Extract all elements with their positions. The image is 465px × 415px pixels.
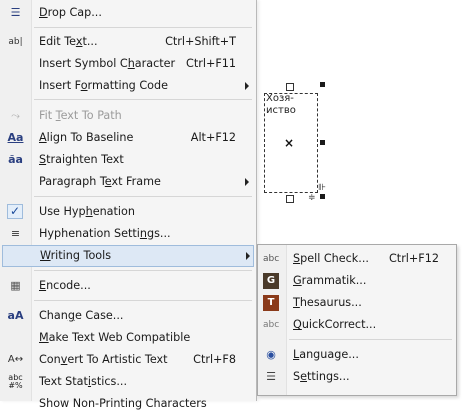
drop-cap-icon: ☰ [10,6,21,19]
align-baseline-icon: Aa [7,131,24,144]
quickcorrect-icon: abc [263,320,280,330]
submenu-arrow-icon [245,82,249,90]
submenu-item-settings[interactable]: ☰ Settings... [258,366,456,388]
menu-item-convert-to-artistic-text[interactable]: A↔ Convert To Artistic Text Ctrl+F8 [0,349,256,371]
submenu-item-spell-check[interactable]: abc Spell Check... Ctrl+F12 [258,248,456,270]
selection-handle-bottom-right[interactable] [320,194,325,199]
submenu-item-quickcorrect[interactable]: abc QuickCorrect... [258,314,456,336]
submenu-arrow-icon [245,178,249,186]
language-icon: ◉ [266,348,276,361]
menu-item-text-statistics[interactable]: abc #% Text Statistics... [0,371,256,393]
menu-item-align-to-baseline[interactable]: Aa Align To Baseline Alt+F12 [0,127,256,149]
submenu-item-thesaurus[interactable]: T Thesaurus... [258,292,456,314]
menu-item-insert-symbol[interactable]: Insert Symbol Character Ctrl+F11 [0,53,256,75]
menu-item-paragraph-text-frame[interactable]: Paragraph Text Frame [0,171,256,193]
menu-separator [34,196,252,197]
writing-tools-submenu: abc Spell Check... Ctrl+F12 G Grammatik.… [257,244,457,396]
menu-item-insert-formatting-code[interactable]: Insert Formatting Code [0,75,256,97]
change-case-icon: aA [7,309,24,322]
menu-item-straighten-text[interactable]: ăa Straighten Text [0,149,256,171]
thesaurus-icon: T [263,295,279,311]
center-marker-icon: × [284,136,295,150]
convert-artistic-icon: A↔ [7,354,24,365]
spell-check-icon: abc [263,254,280,264]
menu-separator [34,300,252,301]
menu-item-fit-text-to-path: ⤳ Fit Text To Path [0,105,256,127]
grammatik-icon: G [263,273,279,289]
submenu-item-language[interactable]: ◉ Language... [258,344,456,366]
selection-handle-bottom[interactable] [286,195,294,203]
frame-text: Хозя- иство [266,93,296,116]
selection-handle-top-right[interactable] [320,82,325,87]
edit-text-icon: ab| [8,37,23,47]
menu-item-encode[interactable]: ▦ Encode... [0,275,256,297]
menu-separator [34,99,252,100]
fit-text-to-path-icon: ⤳ [11,109,20,122]
straighten-text-icon: ăa [8,153,23,166]
menu-item-use-hyphenation[interactable]: ✓ Use Hyphenation [0,201,256,223]
menu-separator [34,270,252,271]
text-flow-icon[interactable]: ⊪ [318,183,326,193]
submenu-item-grammatik[interactable]: G Grammatik... [258,270,456,292]
submenu-arrow-icon [246,252,250,260]
check-icon: ✓ [7,204,23,219]
selection-handle-right[interactable] [320,140,325,145]
menu-separator [34,27,252,28]
encode-icon: ▦ [10,279,21,292]
menu-item-show-non-printing[interactable]: Show Non-Printing Characters [0,393,256,415]
menu-separator [289,339,452,340]
text-context-menu: ☰ Drop Cap... ab| Edit Text... Ctrl+Shif… [0,0,257,410]
hyphenation-settings-icon: ≡ [10,227,21,240]
shortcut: Alt+F12 [190,131,236,144]
shortcut: Ctrl+F12 [389,252,439,265]
selection-handle-top[interactable] [286,83,294,91]
menu-item-make-text-web-compatible[interactable]: Make Text Web Compatible [0,327,256,349]
shortcut: Ctrl+F11 [186,57,236,70]
menu-item-change-case[interactable]: aA Change Case... [0,305,256,327]
text-statistics-icon: abc #% [8,373,23,390]
shortcut: Ctrl+F8 [193,353,236,366]
menu-item-hyphenation-settings[interactable]: ≡ Hyphenation Settings... [0,223,256,245]
text-flow-down-icon[interactable]: ≑ [308,193,316,203]
shortcut: Ctrl+Shift+T [165,35,236,48]
menu-item-writing-tools[interactable]: Writing Tools [2,245,254,267]
menu-item-edit-text[interactable]: ab| Edit Text... Ctrl+Shift+T [0,31,256,53]
menu-item-drop-cap[interactable]: ☰ Drop Cap... [0,2,256,24]
settings-icon: ☰ [266,370,276,383]
